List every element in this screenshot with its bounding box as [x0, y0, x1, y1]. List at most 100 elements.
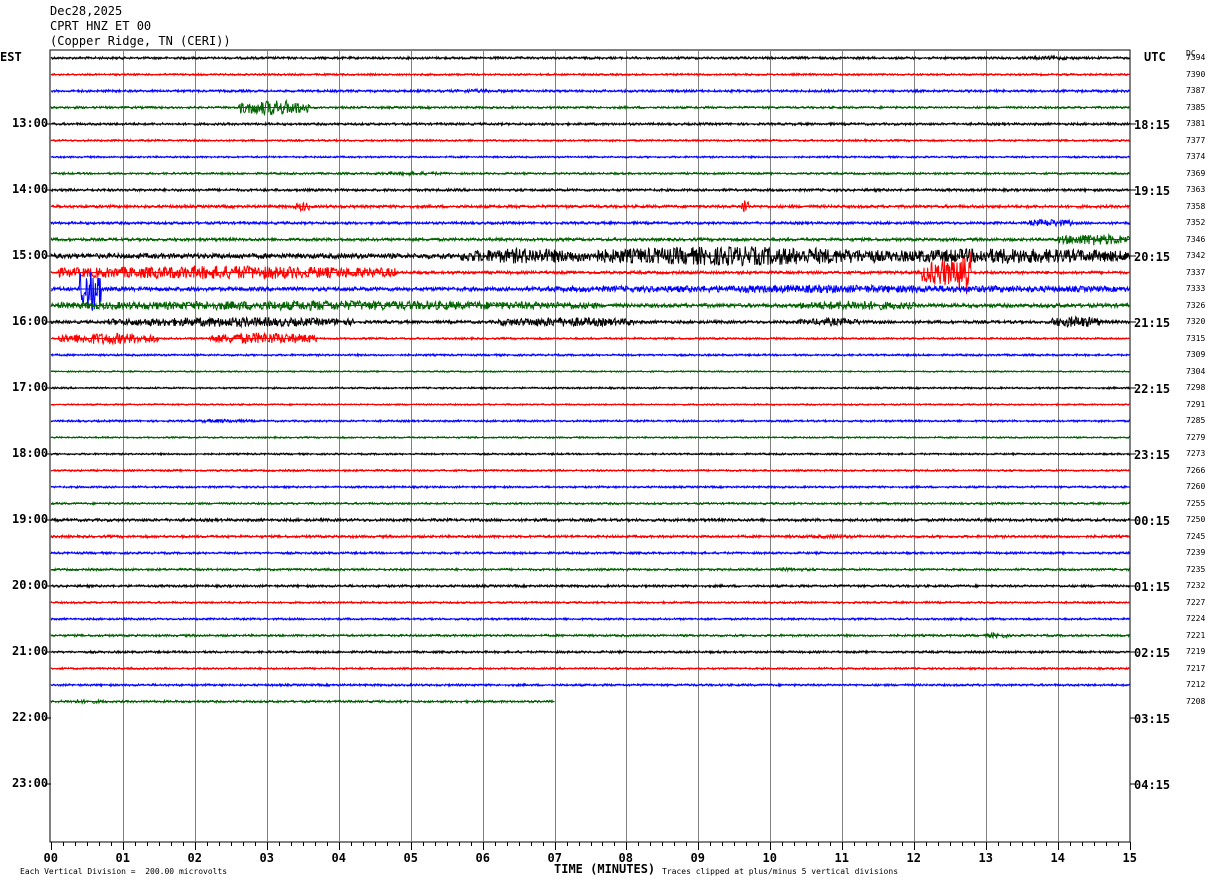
- x-tick-label: 11: [834, 851, 849, 865]
- seismic-trace: [50, 186, 1131, 194]
- seismic-trace: [50, 599, 1131, 606]
- dc-offset-label: 7346: [1186, 234, 1206, 244]
- x-tick-label: 15: [1122, 851, 1137, 865]
- dc-offset-label: 7219: [1186, 647, 1206, 656]
- dc-offset-label: 7239: [1186, 548, 1206, 557]
- seismic-trace: [50, 137, 1131, 144]
- seismic-trace: [50, 385, 1131, 391]
- x-tick-label: 09: [690, 851, 705, 865]
- seismic-trace: [50, 299, 1131, 312]
- est-hour-label: 14:00: [12, 182, 49, 196]
- utc-hour-label: 03:15: [1134, 712, 1171, 726]
- dc-offset-label: 7374: [1186, 152, 1206, 161]
- seismic-trace: [50, 331, 1131, 346]
- dc-offset-label: 7221: [1186, 630, 1206, 640]
- dc-offset-label: 7273: [1186, 449, 1206, 458]
- dc-offset-label: 7381: [1186, 119, 1206, 128]
- utc-hour-label: 01:15: [1134, 580, 1171, 594]
- est-hour-label: 22:00: [12, 710, 49, 724]
- seismic-trace: [50, 649, 1131, 655]
- dc-offset-label: 7279: [1186, 432, 1206, 442]
- est-hour-label: 23:00: [12, 776, 49, 790]
- seismic-trace: [50, 418, 1131, 424]
- est-hour-label: 15:00: [12, 248, 49, 262]
- est-hour-label: 19:00: [12, 512, 49, 526]
- dc-offset-label: 7342: [1186, 251, 1206, 260]
- seismic-trace: [50, 87, 1131, 95]
- utc-hour-label: 02:15: [1134, 646, 1171, 660]
- clipping-note: Traces clipped at plus/minus 5 vertical …: [662, 867, 899, 876]
- dc-offset-label: 7250: [1186, 515, 1206, 524]
- dc-offset-label: 7315: [1186, 333, 1206, 343]
- scale-note: Each Vertical Division = 200.00 microvol…: [20, 867, 228, 876]
- dc-offset-label: 7227: [1186, 597, 1206, 607]
- x-tick-label: 02: [187, 851, 202, 865]
- seismic-trace: [50, 154, 1131, 160]
- x-tick-label: 01: [115, 851, 130, 865]
- dc-offset-label: 7217: [1186, 663, 1206, 673]
- seismic-trace: [50, 500, 1131, 507]
- utc-hour-label: 19:15: [1134, 184, 1171, 198]
- x-tick-label: 10: [762, 851, 777, 865]
- dc-offset-label: 7309: [1186, 350, 1206, 359]
- dc-offset-label: 7352: [1186, 218, 1206, 227]
- dc-offset-label: 7390: [1186, 69, 1206, 79]
- utc-hour-label: 04:15: [1134, 778, 1171, 792]
- dc-offset-label: 7387: [1186, 86, 1206, 95]
- seismic-trace: [50, 516, 1131, 524]
- x-tick-label: 06: [475, 851, 490, 865]
- seismic-trace: [50, 120, 1131, 128]
- x-tick-label: 14: [1050, 851, 1065, 865]
- seismic-trace: [50, 566, 1131, 573]
- dc-offset-label: 7224: [1186, 614, 1206, 623]
- x-tick-label: 03: [259, 851, 274, 865]
- dc-offset-label: 7377: [1186, 135, 1206, 145]
- dc-offset-label: 7298: [1186, 383, 1206, 392]
- dc-offset-label: 7326: [1186, 300, 1206, 310]
- seismic-trace: [50, 169, 1130, 178]
- utc-hour-label: 21:15: [1134, 316, 1171, 330]
- dc-offset-label: 7337: [1186, 267, 1206, 277]
- seismic-trace: [50, 582, 1131, 590]
- est-hour-label: 18:00: [12, 446, 49, 460]
- seismic-trace: [50, 550, 1131, 556]
- dc-offset-label: 7235: [1186, 564, 1206, 574]
- dc-offset-label: 7291: [1186, 399, 1206, 409]
- x-tick-label: 12: [906, 851, 921, 865]
- est-hour-label: 20:00: [12, 578, 49, 592]
- plot-frame: [49, 49, 1131, 843]
- x-tick-label: 04: [331, 851, 346, 865]
- dc-offset-label: 7333: [1186, 284, 1206, 293]
- est-hour-label: 17:00: [12, 380, 49, 394]
- utc-hour-label: 20:15: [1134, 250, 1171, 264]
- dc-offset-label: 7394: [1186, 53, 1206, 62]
- dc-offset-label: 7358: [1186, 201, 1206, 211]
- dc-offset-label: 7212: [1186, 680, 1206, 689]
- dc-offset-label: 7363: [1186, 185, 1206, 194]
- seismic-trace: [50, 467, 1131, 474]
- x-tick-label: 13: [978, 851, 993, 865]
- dc-offset-label: 7285: [1186, 416, 1206, 425]
- x-axis-title: TIME (MINUTES): [554, 862, 656, 876]
- dc-offset-label: 7320: [1186, 317, 1206, 326]
- utc-hour-label: 18:15: [1134, 118, 1171, 132]
- dc-offset-label: 7260: [1186, 482, 1206, 491]
- x-tick-label: 00: [43, 851, 58, 865]
- dc-offset-label: 7245: [1186, 531, 1206, 541]
- x-tick-label: 05: [403, 851, 418, 865]
- dc-offset-label: 7369: [1186, 168, 1206, 178]
- est-hour-label: 21:00: [12, 644, 49, 658]
- seismic-trace: [50, 631, 1131, 640]
- dc-offset-label: 7208: [1186, 696, 1206, 706]
- dc-offset-label: 7266: [1186, 465, 1206, 475]
- dc-offset-label: 7385: [1186, 102, 1206, 112]
- dc-offset-label: 7304: [1186, 366, 1206, 376]
- seismic-trace: [50, 352, 1131, 358]
- dc-offset-label: 7255: [1186, 498, 1206, 508]
- dc-offset-label: 7232: [1186, 581, 1206, 590]
- seismic-trace: [50, 435, 1131, 440]
- est-hour-label: 13:00: [12, 116, 49, 130]
- est-hour-label: 16:00: [12, 314, 49, 328]
- helicorder-plot: [45, 49, 1136, 850]
- seismic-trace: [50, 451, 1131, 457]
